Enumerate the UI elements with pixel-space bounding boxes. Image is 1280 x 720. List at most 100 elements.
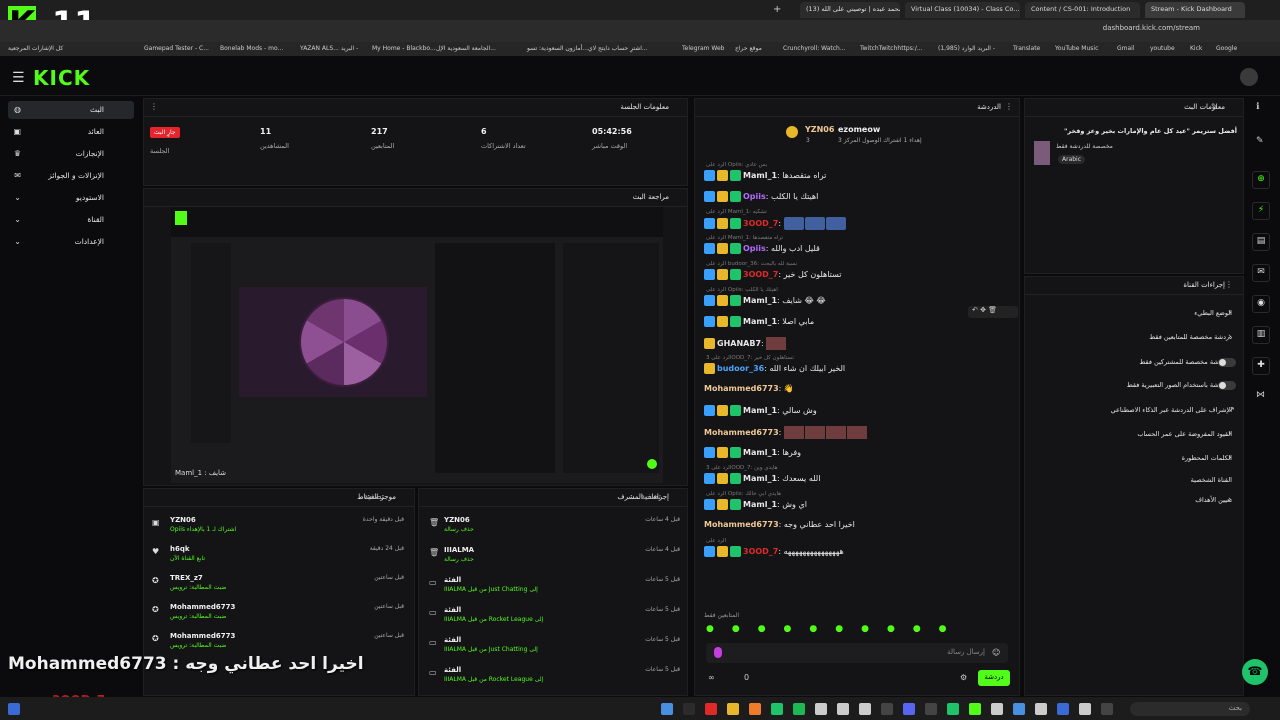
- browser-tab[interactable]: Content / CS-001: Introduction: [1025, 2, 1140, 18]
- chat-username[interactable]: Maml_1: [743, 171, 777, 180]
- external-link-icon[interactable]: ↗: [1228, 405, 1235, 414]
- chat-username[interactable]: Maml_1: [743, 448, 777, 457]
- toggle-switch[interactable]: [1218, 358, 1236, 367]
- chevron-right-icon[interactable]: ›: [1228, 429, 1232, 439]
- taskbar-app-icon[interactable]: [749, 703, 761, 715]
- chat-username[interactable]: Maml_1: [743, 474, 777, 483]
- activity-user[interactable]: Mohammed6773: [170, 632, 235, 640]
- rail-share-icon[interactable]: ⋈: [1256, 390, 1265, 400]
- mod-action-item[interactable]: 🗑 IIIALMA حذف رسالة قبل 4 ساعات: [426, 546, 688, 568]
- chat-username[interactable]: Maml_1: [743, 406, 777, 415]
- taskbar-app-icon[interactable]: [815, 703, 827, 715]
- rail-broadcast-icon[interactable]: ◉: [1252, 295, 1270, 313]
- toggle-switch[interactable]: [1218, 381, 1236, 390]
- chat-message[interactable]: Opiis: قليل ادب والله: [704, 243, 1020, 257]
- activity-item[interactable]: ✪ Mohammed6773 ضبت المطالبة: ترويس قبل س…: [150, 632, 412, 652]
- channel-action-row[interactable]: القيود المفروضة على عمر الحساب: [1030, 430, 1236, 444]
- channel-action-row[interactable]: الدردشة مخصصة للمشتركين فقط: [1030, 358, 1236, 372]
- sidebar-item[interactable]: ♛ الإنجازات: [8, 145, 134, 163]
- sidebar-item[interactable]: ◍ البث: [8, 101, 134, 119]
- chat-username[interactable]: Opiis: [743, 244, 766, 253]
- activity-item[interactable]: ✪ Mohammed6773 ضبت المطالبة: ترويس قبل س…: [150, 603, 412, 623]
- chat-username[interactable]: Mohammed6773: [704, 384, 779, 393]
- edit-icon[interactable]: ✎: [1211, 102, 1218, 111]
- chat-username[interactable]: Mohammed6773: [704, 428, 779, 437]
- kick-logo[interactable]: KICK: [33, 66, 90, 90]
- bookmark-item[interactable]: YouTube Music: [1055, 45, 1098, 52]
- rail-chat-icon[interactable]: ✉: [1252, 264, 1270, 282]
- taskbar-app-icon[interactable]: [925, 703, 937, 715]
- bookmark-item[interactable]: (1,985) البريد الوارد -: [938, 45, 995, 52]
- activity-user[interactable]: h6qk: [170, 545, 190, 553]
- taskbar-app-icon[interactable]: [1057, 703, 1069, 715]
- chevron-right-icon[interactable]: ›: [1228, 495, 1232, 505]
- sidebar-item[interactable]: ✉ الإنزالات و الجوائز: [8, 167, 134, 185]
- taskbar-app-icon[interactable]: [991, 703, 1003, 715]
- chat-username[interactable]: Opiis: [743, 192, 766, 201]
- chat-message[interactable]: Opiis: اهيتك يا الكلب: [704, 191, 1020, 205]
- chat-username[interactable]: 3OOD_7: [743, 270, 778, 279]
- taskbar-app-icon[interactable]: [947, 703, 959, 715]
- send-chat-button[interactable]: دردشة: [978, 670, 1010, 686]
- activity-item[interactable]: ✪ TREX_z7 ضبت المطالبة: ترويس قبل ساعتين: [150, 574, 412, 594]
- chat-message[interactable]: GHANAB7:: [704, 337, 1020, 351]
- taskbar-app-icon[interactable]: [969, 703, 981, 715]
- bookmark-item[interactable]: Bonelab Mods - mo...: [220, 45, 283, 52]
- bookmark-item[interactable]: اشترِ حساب دايتج لاي...: [588, 45, 648, 52]
- new-tab-icon[interactable]: +: [773, 4, 781, 15]
- taskbar-app-icon[interactable]: [793, 703, 805, 715]
- taskbar-app-icon[interactable]: [1079, 703, 1091, 715]
- chat-message[interactable]: Mohammed6773: 👋: [704, 384, 1020, 398]
- mod-action-item[interactable]: ▭ الفئة IIIALMA من قبل Rocket League إلى…: [426, 606, 688, 628]
- rail-tool-icon[interactable]: ✚: [1252, 357, 1270, 375]
- taskbar-app-icon[interactable]: [903, 703, 915, 715]
- taskbar-app-icon[interactable]: [661, 703, 673, 715]
- chat-settings-icon[interactable]: ∞: [708, 673, 715, 682]
- bookmark-item[interactable]: YAZAN ALS... البريد -: [300, 45, 358, 52]
- taskbar-search[interactable]: بحث: [1130, 702, 1250, 716]
- chat-message[interactable]: Maml_1: وفرها: [704, 447, 1020, 461]
- chat-username[interactable]: 3OOD_7: [743, 547, 778, 556]
- avatar[interactable]: [1240, 68, 1258, 86]
- bookmark-item[interactable]: موقع حراج: [735, 45, 762, 52]
- channel-action-row[interactable]: الإشراف على الدردشة عبر الذكاء الاصطناعي: [1030, 406, 1236, 420]
- chat-message[interactable]: Mohammed6773:: [704, 426, 1020, 440]
- bookmark-item[interactable]: youtube: [1150, 45, 1175, 52]
- taskbar-app-icon[interactable]: [683, 703, 695, 715]
- bookmark-item[interactable]: Gmail: [1117, 45, 1135, 52]
- activity-user[interactable]: Mohammed6773: [170, 603, 235, 611]
- taskbar-app-icon[interactable]: [1035, 703, 1047, 715]
- activity-item[interactable]: ♥ h6qk تابع القناة الآن قبل 24 دقيقة: [150, 545, 412, 565]
- start-icon[interactable]: [8, 703, 20, 715]
- activity-user[interactable]: TREX_z7: [170, 574, 203, 582]
- taskbar-app-icon[interactable]: [881, 703, 893, 715]
- sidebar-item[interactable]: ⌄ الإعدادات: [8, 233, 134, 251]
- chat-username[interactable]: GHANAB7: [717, 339, 761, 348]
- channel-action-row[interactable]: الدردشة باستخدام الصور التعبيرية فقط: [1030, 381, 1236, 395]
- gear-icon[interactable]: ⚙: [960, 673, 967, 682]
- activity-item[interactable]: ▣ YZN06 Opiis اشتراك لـ 1 بالإهداء قبل د…: [150, 516, 412, 536]
- chat-message[interactable]: Maml_1: وش سالي: [704, 405, 1020, 419]
- bookmark-item[interactable]: أمازون السعودية: تسو...: [527, 45, 588, 52]
- chat-message[interactable]: Mohammed6773: اخيرا احد عطاني وجه: [704, 520, 1020, 534]
- chat-message[interactable]: budoor_36: الخير ابيلك ان شاء الله: [704, 363, 1020, 377]
- edit-icon[interactable]: ✎: [1256, 136, 1264, 146]
- chat-username[interactable]: Maml_1: [743, 296, 777, 305]
- chat-message[interactable]: Maml_1: الله يسعدك: [704, 473, 1020, 487]
- chat-username[interactable]: Maml_1: [743, 500, 777, 509]
- chat-message[interactable]: Maml_1: اي وش: [704, 499, 1020, 513]
- browser-tab-active[interactable]: Stream - Kick Dashboard: [1145, 2, 1245, 18]
- pinned-user-right[interactable]: ezomeow: [838, 125, 880, 134]
- more-icon[interactable]: ⋮: [1225, 280, 1233, 289]
- mod-action-item[interactable]: ▭ الفئة IIIALMA من قبل Just Chatting إلى…: [426, 636, 688, 658]
- pinned-user-left[interactable]: YZN06: [805, 125, 834, 134]
- taskbar-app-icon[interactable]: [771, 703, 783, 715]
- filter-button[interactable]: تصفية: [641, 492, 661, 501]
- channel-action-row[interactable]: تعيين الأهداف: [1030, 496, 1236, 510]
- bookmark-item[interactable]: My Home - Blackbo...: [372, 45, 436, 52]
- channel-action-row[interactable]: دردشة مخصصة للمتابعين فقط: [1030, 333, 1236, 347]
- taskbar-app-icon[interactable]: [1013, 703, 1025, 715]
- url-input[interactable]: dashboard.kick.com/stream: [1000, 24, 1200, 38]
- chat-message[interactable]: 3OOD_7:: [704, 217, 1020, 231]
- filter-button[interactable]: تصفية: [364, 492, 384, 501]
